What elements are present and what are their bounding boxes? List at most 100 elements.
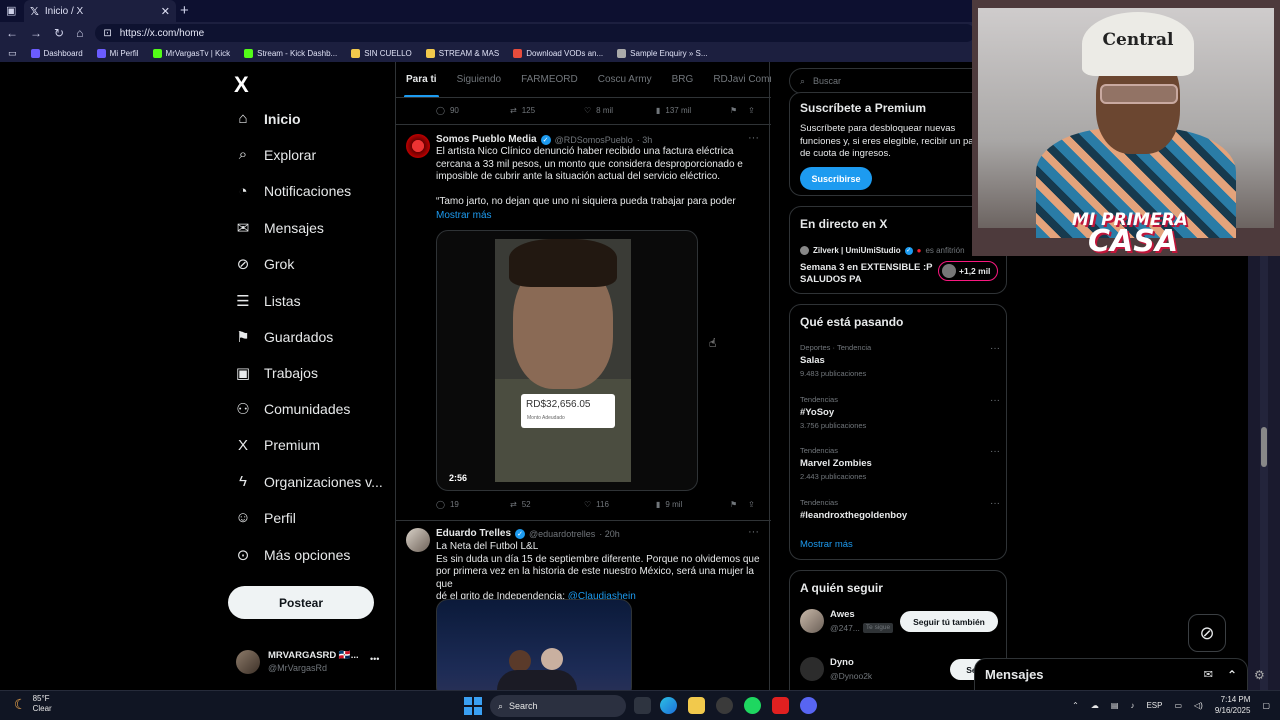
windows-start-icon[interactable] (464, 697, 482, 715)
task-view-icon[interactable] (634, 697, 651, 714)
back-icon[interactable]: ← (6, 26, 18, 40)
tweet-time[interactable]: · 3h (637, 135, 653, 145)
tray-overflow-icon[interactable]: ⌃ (1072, 701, 1079, 710)
sidebar-item-premium[interactable]: X Premium (234, 437, 320, 454)
app-icon[interactable] (716, 697, 733, 714)
like-action[interactable]: ♡ 8 mil (584, 106, 613, 115)
bookmark-icon[interactable]: ⚑ (730, 106, 737, 115)
search-input[interactable]: Buscar (813, 76, 841, 86)
sidebar-item-inicio[interactable]: ⌂ Inicio (234, 110, 300, 127)
trend-more-icon[interactable]: ··· (990, 343, 1000, 354)
follow-back-button[interactable]: Seguir tú también (900, 611, 998, 632)
site-info-icon[interactable]: ⊡ (103, 28, 111, 39)
share-icon[interactable]: ⇪ (748, 500, 755, 509)
sidebar-item-comunidades[interactable]: ⚇ Comunidades (234, 400, 350, 418)
file-explorer-icon[interactable] (688, 697, 705, 714)
expand-drawer-icon[interactable]: ⌃ (1227, 668, 1237, 682)
trend-item[interactable]: Deportes · Tendencia Salas 9.483 publicaci… (800, 343, 1000, 378)
sidebar-item-más[interactable]: ⊙ Más opciones (234, 546, 351, 564)
timeline-tab[interactable]: Para ti (396, 62, 447, 97)
follow-user-avatar[interactable] (800, 657, 824, 681)
sidebar-item-perfil[interactable]: ☺ Perfil (234, 509, 296, 526)
microphone-icon[interactable]: ♪ (1130, 701, 1134, 710)
post-button[interactable]: Postear (228, 586, 374, 619)
account-more-icon[interactable]: ••• (370, 654, 379, 664)
spotify-icon[interactable] (744, 697, 761, 714)
grok-button[interactable]: ⊘ (1188, 614, 1226, 652)
trends-show-more[interactable]: Mostrar más (800, 539, 853, 550)
sidebar-item-notificaciones[interactable]: ◔ Notificaciones (234, 183, 351, 200)
bookmark-item[interactable]: SIN CUELLO (351, 48, 412, 58)
trend-more-icon[interactable]: ··· (990, 446, 1000, 457)
repost-action[interactable]: ⇄ 125 (510, 106, 535, 115)
scrollbar-thumb[interactable] (1261, 427, 1267, 467)
tab-close-icon[interactable]: ✕ (161, 5, 170, 18)
follow-user-avatar[interactable] (800, 609, 824, 633)
tweet-avatar[interactable] (406, 134, 430, 158)
tweet-author-name[interactable]: Eduardo Trelles (436, 528, 511, 539)
tweet-video[interactable]: RD$32,656.05 Monto Adeudado 2:56 (436, 230, 698, 491)
live-listeners-pill[interactable]: +1,2 mil (938, 261, 998, 281)
sidebar-item-trabajos[interactable]: ▣ Trabajos (234, 364, 318, 382)
forward-icon[interactable]: → (30, 26, 42, 40)
trend-item[interactable]: Tendencias #leandroxthegoldenboy ··· (800, 498, 1000, 524)
sidebar-item-explorar[interactable]: ⌕ Explorar (234, 146, 316, 163)
timeline-tab[interactable]: FARMEORD (511, 62, 588, 97)
taskbar-clock[interactable]: 7:14 PM 9/16/2025 (1215, 694, 1251, 716)
sidebar-item-organizaciones[interactable]: ϟ Organizaciones v... (234, 473, 383, 490)
network-icon[interactable]: ▤ (1111, 701, 1119, 710)
subscribe-button[interactable]: Suscribirse (800, 167, 872, 190)
bookmark-item[interactable]: Mi Perfil (96, 48, 139, 58)
sidebar-item-mensajes[interactable]: ✉ Mensajes (234, 219, 324, 237)
timeline-tab[interactable]: RDJavi Commu (703, 62, 771, 97)
reply-action[interactable]: ◯ 90 (436, 106, 459, 115)
bookmark-item[interactable]: Stream - Kick Dashb... (244, 48, 337, 58)
new-tab-icon[interactable]: + (180, 2, 189, 19)
tab-actions-icon[interactable]: ▣ (6, 4, 16, 17)
bookmark-icon[interactable]: ⚑ (730, 500, 737, 509)
tweet-avatar[interactable] (406, 528, 430, 552)
edge-browser-icon[interactable] (660, 697, 677, 714)
show-more-link[interactable]: Mostrar más (436, 210, 492, 223)
reload-icon[interactable]: ↻ (54, 26, 64, 40)
repost-action[interactable]: ⇄ 52 (510, 500, 531, 509)
bookmark-item[interactable]: Sample Enquiry » S... (617, 48, 708, 58)
sidebar-item-listas[interactable]: ☰ Listas (234, 292, 300, 310)
messages-drawer[interactable]: Mensajes ✉ ⌃ (974, 658, 1248, 690)
views-action[interactable]: ▮ 9 mil (656, 500, 682, 509)
reading-list-icon[interactable]: ▭ (8, 48, 17, 59)
tweet-author-name[interactable]: Somos Pueblo Media (436, 134, 537, 145)
bookmark-item[interactable]: Download VODs an... (513, 48, 603, 58)
tweet-author-handle[interactable]: @RDSomosPueblo (555, 135, 633, 145)
like-action[interactable]: ♡ 116 (584, 500, 609, 509)
reply-action[interactable]: ◯ 19 (436, 500, 459, 509)
trend-more-icon[interactable]: ··· (990, 395, 1000, 406)
x-logo-icon[interactable]: X (234, 72, 249, 98)
settings-gear-icon[interactable]: ⚙ (1254, 668, 1265, 682)
bookmark-item[interactable]: MrVargasTv | Kick (152, 48, 230, 58)
cloud-icon[interactable]: ☁ (1091, 701, 1099, 710)
notifications-icon[interactable]: ▢ (1262, 701, 1270, 710)
trend-more-icon[interactable]: ··· (990, 498, 1000, 509)
browser-tab[interactable]: 𝕏 Inicio / X ✕ (24, 0, 176, 22)
tweet-more-icon[interactable]: ··· (748, 526, 759, 538)
address-bar[interactable]: ⊡ https://x.com/home (95, 24, 976, 42)
obs-icon[interactable] (772, 697, 789, 714)
follow-user-name[interactable]: Awes (830, 609, 855, 620)
language-indicator[interactable]: ESP (1146, 701, 1162, 710)
trend-item[interactable]: Tendencias #YoSoy 3.756 publicaciones ··· (800, 395, 1000, 430)
volume-icon[interactable]: ◁) (1194, 701, 1203, 710)
display-icon[interactable]: ▭ (1174, 701, 1182, 710)
new-message-icon[interactable]: ✉ (1204, 668, 1213, 681)
sidebar-item-guardados[interactable]: ⚑ Guardados (234, 328, 333, 346)
home-icon[interactable]: ⌂ (76, 26, 83, 40)
taskbar-search[interactable]: ⌕ Search (490, 695, 626, 717)
bookmark-item[interactable]: STREAM & MAS (425, 48, 499, 58)
trend-item[interactable]: Tendencias Marvel Zombies 2.443 publicacio… (800, 446, 1000, 481)
discord-icon[interactable] (800, 697, 817, 714)
weather-widget[interactable]: ☾ 85°F Clear (14, 694, 52, 714)
sidebar-item-grok[interactable]: ⊘ Grok (234, 255, 295, 273)
live-stream-title[interactable]: Semana 3 en EXTENSIBLE :P SALUDOS PA (800, 262, 933, 286)
share-icon[interactable]: ⇪ (748, 106, 755, 115)
timeline-tab[interactable]: BRG (662, 62, 704, 97)
